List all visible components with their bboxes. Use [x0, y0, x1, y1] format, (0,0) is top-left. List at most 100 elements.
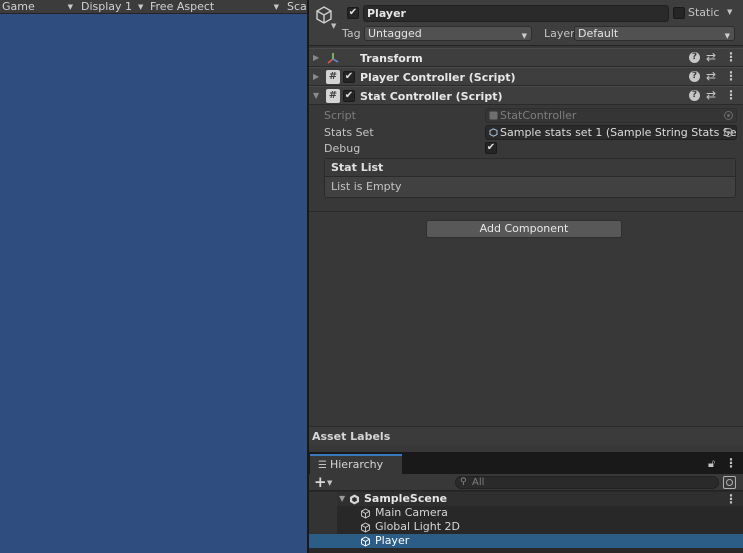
search-placeholder: All — [472, 477, 485, 488]
hierarchy-scene-row[interactable]: ▼ SampleScene ⋮ — [309, 492, 743, 506]
stat-list: Stat List List is Empty — [324, 158, 736, 198]
tag-value: Untagged — [368, 27, 422, 40]
gameobject-icon — [361, 536, 370, 547]
preset-icon[interactable]: ⇄ — [706, 88, 716, 102]
row-gutter — [309, 534, 337, 548]
script-icon: # — [326, 70, 340, 84]
stat-controller-body: Script StatController Stats Set Sample s… — [309, 106, 743, 212]
transform-icon — [327, 53, 339, 64]
debug-checkbox[interactable]: ✔ — [485, 142, 497, 154]
add-component-button[interactable]: Add Component — [426, 220, 622, 238]
component-title: Transform — [360, 52, 423, 65]
game-view-dropdown[interactable]: Game ▼ — [0, 0, 79, 14]
script-label: Script — [324, 109, 356, 122]
chevron-down-icon[interactable]: ▼ — [327, 479, 332, 487]
chevron-down-icon: ▼ — [521, 32, 527, 40]
preset-icon[interactable]: ⇄ — [706, 69, 716, 83]
scriptable-object-icon — [489, 128, 498, 137]
component-enabled-checkbox[interactable]: ✔ — [343, 90, 355, 102]
game-view[interactable]: Game ▼ Display 1 ▼ Free Aspect ▼ Sca — [0, 0, 307, 553]
debug-label: Debug — [324, 142, 361, 155]
chevron-down-icon[interactable]: ▼ — [331, 22, 336, 30]
scene-name: SampleScene — [364, 492, 448, 505]
help-icon[interactable]: ? — [689, 71, 700, 82]
scale-slider[interactable]: Sca — [285, 0, 307, 14]
row-gutter — [309, 520, 337, 534]
hierarchy-item[interactable]: Main Camera — [309, 506, 743, 520]
gameobject-header: ▼ ✔ Player ✔ Static ▼ Tag Untagged ▼ Lay… — [309, 0, 743, 46]
chevron-down-icon: ▼ — [273, 2, 279, 11]
hierarchy-item[interactable]: Global Light 2D — [309, 520, 743, 534]
static-checkbox[interactable]: ✔ — [673, 7, 685, 19]
script-field: StatController — [485, 108, 737, 123]
foldout-collapsed-icon[interactable]: ▶ — [313, 53, 319, 62]
script-value: StatController — [500, 109, 577, 122]
scale-label: Sca — [287, 0, 307, 13]
list-icon: ☰ — [318, 460, 327, 471]
hierarchy-item-selected[interactable]: Player — [309, 534, 743, 548]
search-input[interactable]: ⚲ All — [455, 476, 719, 489]
foldout-expanded-icon[interactable]: ▼ — [339, 492, 345, 506]
display-label: Display 1 — [81, 0, 133, 13]
game-toolbar: Game ▼ Display 1 ▼ Free Aspect ▼ Sca — [0, 0, 307, 14]
scene-visibility-icon[interactable] — [723, 476, 736, 489]
item-label: Main Camera — [375, 506, 448, 519]
help-icon[interactable]: ? — [689, 90, 700, 101]
stats-set-label: Stats Set — [324, 126, 374, 139]
script-icon: # — [326, 89, 340, 103]
foldout-expanded-icon[interactable]: ▼ — [313, 91, 319, 100]
tag-label: Tag — [342, 27, 361, 40]
lock-icon[interactable]: 🔓︎ — [708, 457, 715, 471]
object-picker-icon — [724, 111, 733, 120]
component-enabled-checkbox[interactable]: ✔ — [343, 71, 355, 83]
component-header-stat-controller[interactable]: ▼ # ✔ Stat Controller (Script) ? ⇄ ⋮ — [309, 86, 743, 105]
search-icon: ⚲ — [460, 477, 467, 487]
hierarchy-tab-bar: ☰ Hierarchy 🔓︎ ⋮ — [309, 452, 743, 474]
chevron-down-icon: ▼ — [724, 32, 730, 40]
preset-icon[interactable]: ⇄ — [706, 50, 716, 64]
script-asset-icon — [489, 111, 498, 120]
help-icon[interactable]: ? — [689, 52, 700, 63]
kebab-menu-icon[interactable]: ⋮ — [725, 69, 737, 83]
static-dropdown-icon[interactable]: ▼ — [727, 8, 732, 16]
item-label: Player — [375, 534, 410, 547]
kebab-menu-icon[interactable]: ⋮ — [725, 50, 737, 64]
chevron-down-icon: ▼ — [138, 2, 144, 11]
hierarchy-panel: ☰ Hierarchy 🔓︎ ⋮ + ▼ ⚲ All ▼ SampleScene … — [309, 452, 743, 553]
active-checkbox[interactable]: ✔ — [347, 7, 359, 19]
row-gutter — [309, 492, 337, 506]
inspector-panel: ▼ ✔ Player ✔ Static ▼ Tag Untagged ▼ Lay… — [309, 0, 743, 452]
stats-set-field[interactable]: Sample stats set 1 (Sample String Stats … — [485, 125, 737, 140]
aspect-dropdown[interactable]: Free Aspect ▼ — [148, 0, 285, 14]
kebab-menu-icon[interactable]: ⋮ — [725, 492, 737, 506]
display-dropdown[interactable]: Display 1 ▼ — [79, 0, 148, 14]
stats-set-value: Sample stats set 1 (Sample String Stats … — [500, 126, 737, 139]
unity-scene-icon — [350, 494, 359, 505]
static-label: Static — [688, 6, 720, 19]
gameobject-icon — [361, 522, 370, 533]
foldout-collapsed-icon[interactable]: ▶ — [313, 72, 319, 81]
divider — [309, 211, 743, 212]
stat-list-header[interactable]: Stat List — [325, 159, 735, 177]
tag-dropdown[interactable]: Untagged ▼ — [364, 26, 532, 41]
component-title: Stat Controller (Script) — [360, 90, 503, 103]
object-picker-icon[interactable] — [724, 128, 733, 137]
add-icon[interactable]: + — [314, 473, 327, 491]
gameobject-icon — [361, 508, 370, 519]
item-label: Global Light 2D — [375, 520, 461, 533]
stat-list-empty-text: List is Empty — [331, 180, 402, 193]
tab-label: Hierarchy — [329, 458, 384, 471]
kebab-menu-icon[interactable]: ⋮ — [725, 456, 737, 470]
layer-value: Default — [578, 27, 619, 40]
game-view-label: Game — [2, 0, 35, 13]
layer-dropdown[interactable]: Default ▼ — [574, 26, 735, 41]
chevron-down-icon: ▼ — [67, 2, 73, 11]
layer-label: Layer — [544, 27, 575, 40]
row-gutter — [309, 506, 337, 520]
kebab-menu-icon[interactable]: ⋮ — [725, 88, 737, 102]
object-name-field[interactable]: Player — [363, 5, 669, 22]
asset-labels-header[interactable]: Asset Labels — [309, 426, 743, 446]
component-header-player-controller[interactable]: ▶ # ✔ Player Controller (Script) ? ⇄ ⋮ — [309, 67, 743, 86]
tab-hierarchy[interactable]: ☰ Hierarchy — [310, 454, 402, 474]
component-header-transform[interactable]: ▶ Transform ? ⇄ ⋮ — [309, 48, 743, 67]
